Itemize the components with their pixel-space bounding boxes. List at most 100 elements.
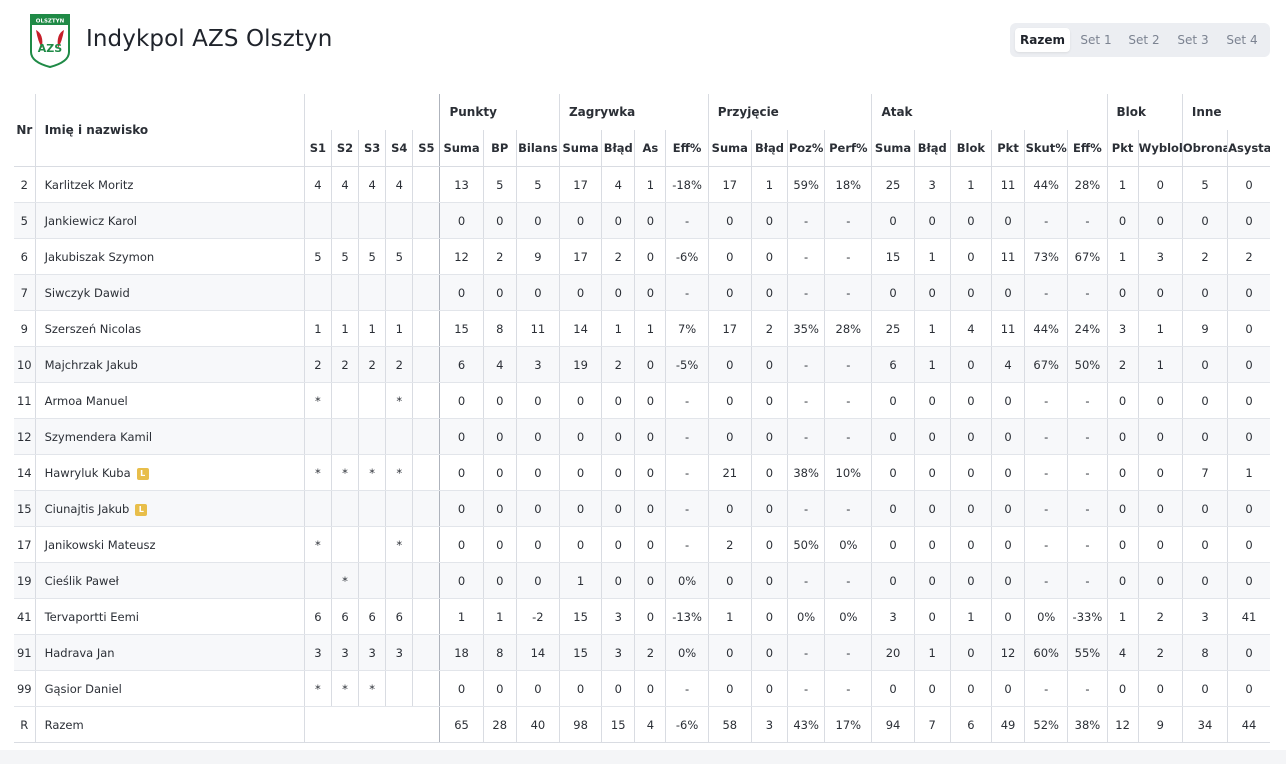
stat-cell: - (665, 418, 709, 455)
stat-cell: 1 (913, 310, 951, 347)
stat-cell: 0 (1137, 202, 1183, 239)
stat-cell: 6 (330, 598, 359, 635)
stat-cell: 50% (787, 526, 825, 563)
stat-cell: 0 (990, 202, 1025, 239)
stat-cell (412, 562, 440, 599)
stat-cell: 0 (707, 634, 752, 671)
stat-cell: -5% (665, 346, 709, 383)
stat-cell: 6 (871, 346, 915, 383)
stat-cell: 0 (601, 418, 635, 455)
stat-cell: - (1024, 670, 1068, 707)
stat-cell: 0 (949, 490, 992, 527)
stat-cell: 3 (1137, 238, 1183, 275)
stat-cell (412, 166, 440, 203)
stat-cell: - (787, 562, 825, 599)
stat-cell: 0 (1227, 634, 1270, 671)
stat-cell: 0 (949, 562, 992, 599)
footer-strip (0, 750, 1286, 764)
stat-cell: 20 (871, 634, 915, 671)
stat-cell (412, 274, 440, 311)
stat-cell: - (787, 274, 825, 311)
stat-cell: 0 (707, 418, 752, 455)
stat-cell: 2 (1227, 238, 1270, 275)
header-nr: Nr (14, 94, 36, 167)
table-row: 15 Ciunajtis Jakub L 0 0 0 0 0 0-0 0- -0 0 0 0- -0 0 0 0 (14, 490, 1270, 527)
stat-cell: 0 (1106, 382, 1139, 419)
stat-cell: - (1067, 670, 1108, 707)
stat-cell: 0% (787, 598, 825, 635)
tab-set-1[interactable]: Set 1 (1074, 28, 1118, 52)
player-number: 5 (14, 202, 36, 239)
stat-cell (412, 454, 440, 491)
stat-cell: 0 (482, 274, 517, 311)
stat-cell: 0 (990, 670, 1025, 707)
stat-cell: 0 (1181, 382, 1228, 419)
stat-cell: 0% (824, 526, 872, 563)
stat-cell: 0 (634, 274, 666, 311)
col-header: S5 (412, 130, 440, 167)
stat-cell: 19 (558, 346, 602, 383)
table-row: 6 Jakubiszak Szymon 5 5 5 5 12 2 9 17 2 0 -6% 0 0- -15 1… (14, 238, 1270, 275)
stat-cell: -33% (1067, 598, 1108, 635)
stat-cell: 0 (482, 382, 517, 419)
stat-cell: 73% (1024, 238, 1068, 275)
header-group-atak: Atak (871, 94, 1108, 130)
stat-cell (412, 382, 440, 419)
stat-cell: 0 (601, 382, 635, 419)
stat-cell: 0 (913, 274, 951, 311)
stat-cell: 0 (750, 634, 788, 671)
stat-cell: 0 (990, 274, 1025, 311)
stat-cell: 0 (949, 346, 992, 383)
tab-razem[interactable]: Razem (1015, 28, 1070, 52)
stat-cell: 15 (439, 310, 484, 347)
stat-cell: 5 (303, 238, 332, 275)
stat-cell: - (787, 382, 825, 419)
player-rows: 2 Karlitzek Moritz 4 4 4 4 13 5 5 17 4 1 -18% 17 1 59% 1… (14, 166, 1270, 707)
col-header: Suma (558, 130, 602, 167)
player-name: Janikowski Mateusz (44, 537, 156, 552)
table-row: 19 Cieślik Paweł * 0 0 0 1 0 0 0% 0 0- -0 0 0 0- -0 0 0 0 (14, 562, 1270, 599)
player-name-cell: Cieślik Paweł (34, 562, 305, 599)
stat-cell: 0 (1137, 490, 1183, 527)
stat-cell: 0 (913, 670, 951, 707)
stat-cell: 2 (358, 346, 386, 383)
stat-cell (358, 202, 386, 239)
stat-cell: - (824, 562, 872, 599)
tab-set-3[interactable]: Set 3 (1171, 28, 1215, 52)
player-name-cell: Jankiewicz Karol (34, 202, 305, 239)
stat-cell: 0 (949, 238, 992, 275)
stat-cell: 3 (385, 634, 413, 671)
col-header: Suma (439, 130, 484, 167)
stat-cell (412, 526, 440, 563)
stat-cell: 1 (330, 310, 359, 347)
tab-set-4[interactable]: Set 4 (1220, 28, 1264, 52)
stat-cell (330, 490, 359, 527)
stat-cell: 0 (1227, 670, 1270, 707)
stat-cell: 2 (750, 310, 788, 347)
stat-cell: 2 (303, 346, 332, 383)
stat-cell: 2 (634, 634, 666, 671)
stat-cell: 0 (750, 526, 788, 563)
stat-cell (385, 670, 413, 707)
tab-set-2[interactable]: Set 2 (1122, 28, 1166, 52)
stat-cell: 0 (871, 418, 915, 455)
stat-cell: 0% (824, 598, 872, 635)
col-header: Wyblok (1137, 130, 1183, 167)
stat-cell: 0 (949, 634, 992, 671)
stat-cell (412, 310, 440, 347)
header-group-sets (303, 94, 440, 130)
col-header: Pkt (990, 130, 1025, 167)
stat-cell (330, 526, 359, 563)
stat-cell: 38% (787, 454, 825, 491)
stat-cell: - (665, 490, 709, 527)
team-name: Indykpol AZS Olsztyn (86, 26, 333, 52)
total-nr: R (14, 706, 36, 743)
table-row: 99 Gąsior Daniel * * * 0 0 0 0 0 0-0 0- -0 0 0 0- -0 0 0 0 (14, 670, 1270, 707)
col-header: Błąd (601, 130, 635, 167)
stat-cell: 0 (558, 418, 602, 455)
stat-cell: 59% (787, 166, 825, 203)
player-number: 7 (14, 274, 36, 311)
stat-cell: 0 (1106, 562, 1139, 599)
stat-cell: 44% (1024, 166, 1068, 203)
col-header: Bilans (515, 130, 560, 167)
